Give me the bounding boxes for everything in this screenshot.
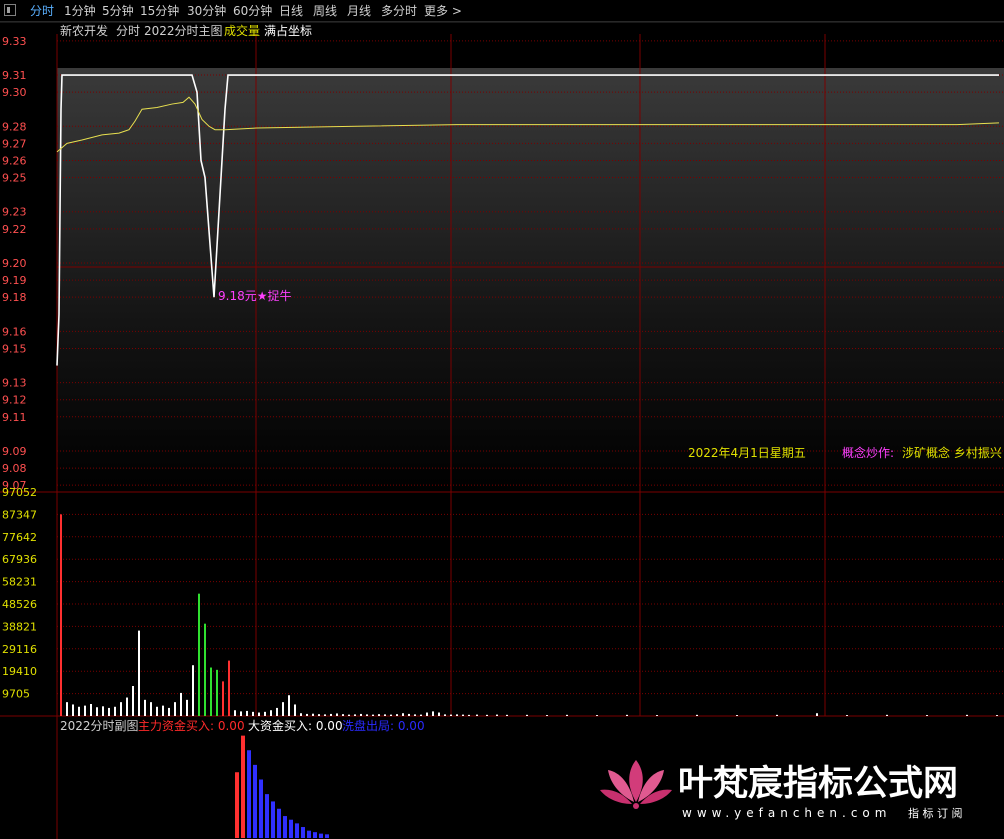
low-price-marker: 9.18元★捉牛	[218, 288, 291, 303]
vol-tick-6: 38821	[2, 620, 37, 633]
price-tick-6: 9.25	[2, 172, 27, 185]
price-tick-18: 9.08	[2, 462, 27, 475]
price-tick-13: 9.15	[2, 342, 27, 355]
price-tick-12: 9.16	[2, 325, 27, 338]
price-tick-3: 9.28	[2, 120, 27, 133]
watermark-brand: 叶梵宸指标公式网	[678, 764, 958, 804]
price-tick-1: 9.31	[2, 69, 27, 82]
vol-tick-2: 77642	[2, 531, 37, 544]
stock-name: 新农开发	[60, 23, 108, 38]
price-tick-14: 9.13	[2, 377, 27, 390]
price-tick-16: 9.11	[2, 411, 27, 424]
vol-tick-5: 48526	[2, 598, 37, 611]
price-tick-0: 9.33	[2, 35, 27, 48]
scale-label: 满占坐标	[264, 23, 312, 38]
price-tick-5: 9.26	[2, 154, 27, 167]
price-tick-10: 9.19	[2, 274, 27, 287]
price-tick-4: 9.27	[2, 137, 27, 150]
watermark-site: www.yefanchen.com	[682, 806, 891, 820]
price-tick-7: 9.23	[2, 206, 27, 219]
vol-tick-0: 97052	[2, 486, 37, 499]
volume-label: 成交量	[224, 23, 260, 38]
trade-date: 2022年4月1日星期五	[688, 446, 806, 460]
price-tick-9: 9.20	[2, 257, 27, 270]
vol-tick-4: 58231	[2, 576, 37, 589]
lotus-logo-icon	[600, 760, 672, 809]
price-tick-15: 9.12	[2, 394, 27, 407]
intraday-chart: 9.33 9.31 9.30 9.28 9.27 9.26 9.25 9.23 9.22 9.20…	[0, 21, 1004, 839]
price-tick-11: 9.18	[2, 291, 27, 304]
chart-mode: 分时	[116, 24, 140, 38]
price-tick-2: 9.30	[2, 86, 27, 99]
sub-legend-0: 主力资金买入: 0.00	[138, 718, 245, 733]
vol-tick-7: 29116	[2, 643, 37, 656]
watermark-tagline: 指 标 订 阅	[908, 806, 963, 820]
vol-tick-8: 19410	[2, 665, 37, 678]
sub-panel-title: 2022分时副图	[60, 719, 139, 733]
sub-legend-1: 大资金买入: 0.00	[248, 718, 343, 733]
vol-tick-9: 9705	[2, 688, 30, 701]
concept-label: 概念炒作:	[842, 445, 894, 460]
vol-tick-1: 87347	[2, 508, 37, 521]
vol-tick-3: 67936	[2, 553, 37, 566]
main-indicator: 2022分时主图	[144, 24, 223, 38]
concept-value: 涉矿概念 乡村振兴	[902, 445, 1002, 460]
price-tick-8: 9.22	[2, 223, 27, 236]
price-tick-17: 9.09	[2, 445, 27, 458]
sub-legend-2: 洗盘出局: 0.00	[342, 718, 425, 733]
